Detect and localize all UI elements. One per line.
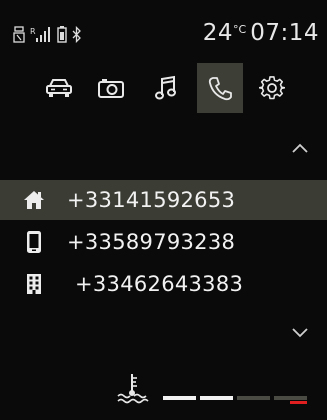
bluetooth-adapter-icon	[13, 26, 25, 43]
phone-number: +33141592653	[67, 188, 236, 212]
car-icon	[46, 79, 72, 97]
tab-phone[interactable]	[197, 63, 243, 113]
svg-text:R: R	[30, 27, 36, 36]
gear-icon	[259, 76, 285, 100]
office-building-icon	[22, 272, 46, 296]
music-note-icon	[155, 75, 176, 100]
temperature-unit: °C	[233, 23, 247, 36]
coolant-gauge-warning	[290, 401, 307, 404]
top-nav	[0, 63, 327, 119]
coolant-gauge-segment-2	[200, 396, 233, 400]
status-bar: R 24 °C 07:14	[0, 0, 327, 58]
camera-icon	[98, 79, 124, 98]
tab-settings[interactable]	[249, 63, 295, 113]
phone-entry-mobile[interactable]: +33589793238	[0, 222, 327, 262]
tab-camera[interactable]	[88, 63, 134, 113]
bottom-status-bar	[0, 370, 327, 420]
coolant-temperature-icon	[117, 374, 149, 404]
outside-temperature: 24	[202, 20, 234, 46]
coolant-gauge-segment-3	[237, 396, 270, 400]
tab-music[interactable]	[143, 63, 189, 113]
scroll-down-button[interactable]	[285, 322, 315, 344]
status-icons: R	[13, 26, 82, 43]
phone-icon	[208, 77, 232, 101]
home-icon	[22, 188, 46, 212]
phone-entry-work[interactable]: +33462643383	[0, 264, 327, 304]
phone-number: +33589793238	[67, 230, 236, 254]
mobile-phone-icon	[22, 230, 46, 254]
tab-car[interactable]	[36, 63, 82, 113]
phone-number: +33462643383	[75, 272, 244, 296]
chevron-up-icon	[292, 143, 308, 153]
signal-bars-icon: R	[30, 27, 50, 42]
scroll-up-button[interactable]	[285, 137, 315, 159]
phone-entry-home[interactable]: +33141592653	[0, 180, 327, 220]
chevron-down-icon	[292, 328, 308, 338]
clock: 07:14	[250, 20, 319, 46]
coolant-gauge-segment-1	[163, 396, 196, 400]
status-readouts: 24 °C 07:14	[203, 20, 319, 46]
battery-icon	[57, 26, 67, 43]
bluetooth-icon	[72, 26, 81, 43]
coolant-gauge-segment-4	[274, 396, 307, 400]
